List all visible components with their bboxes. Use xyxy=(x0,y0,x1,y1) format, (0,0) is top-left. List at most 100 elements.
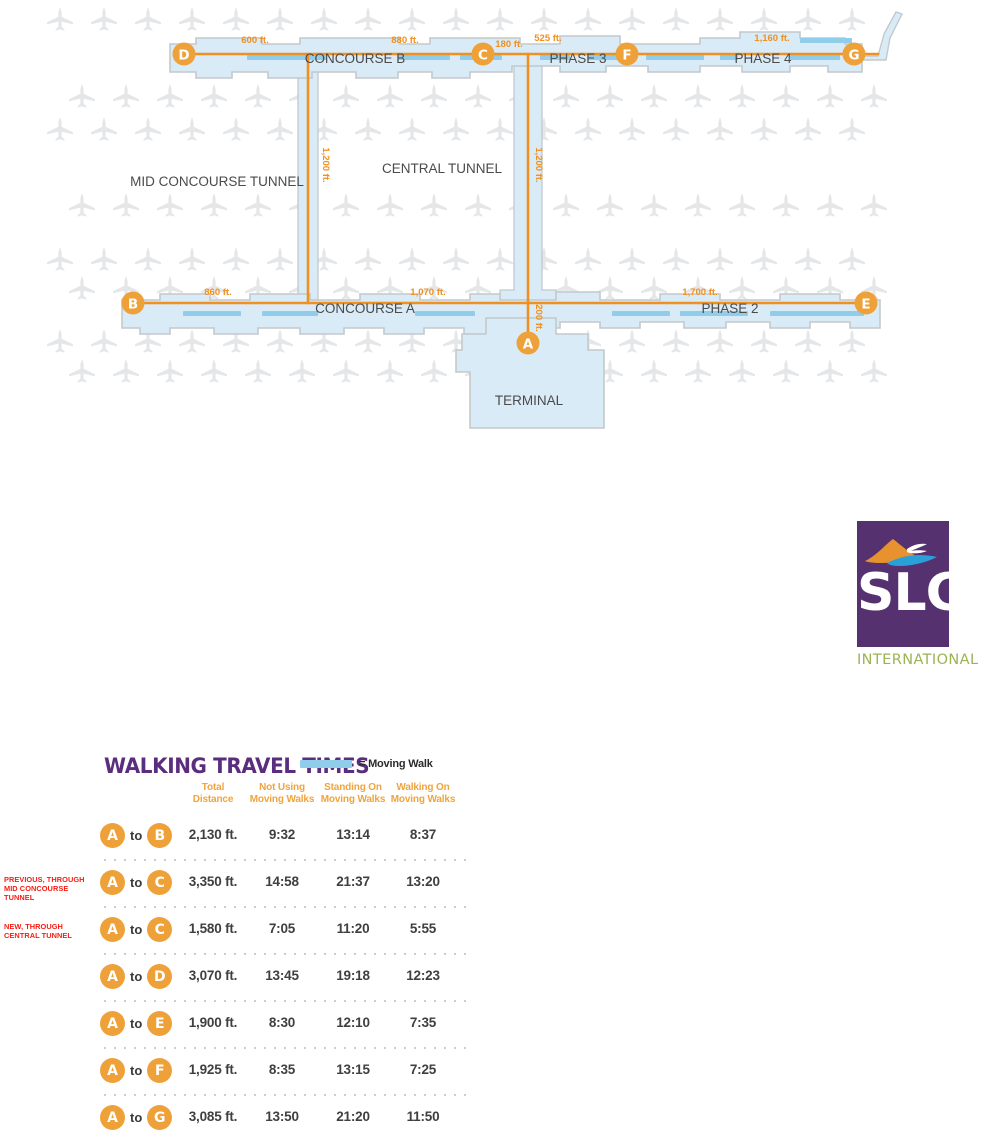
label-phase-3: PHASE 3 xyxy=(549,51,606,66)
route-to-node: E xyxy=(147,1011,173,1036)
table-header-row: Total Distance Not Using Moving Walks St… xyxy=(0,782,1000,814)
route-pair: A to E xyxy=(100,1011,173,1036)
dist-mid-tunnel: 1,200 ft. xyxy=(320,147,331,182)
marker-d-label: D xyxy=(178,48,189,64)
route-from-node: A xyxy=(100,917,125,942)
cell-not-using: 14:58 xyxy=(265,874,299,889)
cell-total-distance: 1,925 ft. xyxy=(188,1062,238,1077)
route-from-node: A xyxy=(100,1058,125,1083)
cell-standing-on: 13:15 xyxy=(336,1062,370,1077)
cell-not-using: 9:32 xyxy=(268,827,296,842)
route-to-word: to xyxy=(130,875,143,890)
column-header-line2: Moving Walks xyxy=(249,793,315,805)
moving-walk-legend: = Moving Walk xyxy=(300,758,433,770)
dist-1160: 1,160 ft. xyxy=(754,33,789,44)
walking-travel-times-panel: WALKING TRAVEL TIMES = Moving Walk Total… xyxy=(0,372,1000,1130)
marker-e-group[interactable]: E xyxy=(854,291,878,315)
cell-standing-on: 21:20 xyxy=(336,1109,370,1124)
slc-international-logo: SLC INTERNATIONAL xyxy=(857,521,979,684)
marker-e-label: E xyxy=(861,297,870,313)
dist-880: 880 ft. xyxy=(391,35,418,46)
route-pair: A to B xyxy=(100,823,173,848)
dist-1070: 1,070 ft. xyxy=(410,287,445,298)
marker-a-group[interactable]: A xyxy=(516,331,540,355)
cell-not-using: 8:30 xyxy=(268,1015,296,1030)
dist-860: 860 ft. xyxy=(204,287,231,298)
route-to-node: G xyxy=(147,1105,173,1130)
label-concourse-a: CONCOURSE A xyxy=(315,301,415,316)
route-pair: A to G xyxy=(100,1105,173,1130)
row-note: NEW, THROUGH CENTRAL TUNNEL xyxy=(4,922,72,940)
route-to-node: B xyxy=(147,823,173,848)
label-concourse-b: CONCOURSE B xyxy=(305,51,406,66)
marker-f-label: F xyxy=(622,48,631,64)
column-header-line1: Walking On xyxy=(396,782,450,793)
route-to-node: F xyxy=(147,1058,173,1083)
route-to-word: to xyxy=(130,1063,143,1078)
cell-standing-on: 21:37 xyxy=(336,874,370,889)
route-to-word: to xyxy=(130,922,143,937)
route-pair: A to F xyxy=(100,1058,173,1083)
marker-b-group[interactable]: B xyxy=(121,291,145,315)
label-mid-concourse-tunnel: MID CONCOURSE TUNNEL xyxy=(130,174,304,189)
marker-g-group[interactable]: G xyxy=(842,42,866,66)
route-from-node: A xyxy=(100,1105,125,1130)
route-from-node: A xyxy=(100,823,125,848)
logo-subtitle: INTERNATIONAL xyxy=(857,652,979,668)
cell-total-distance: 1,900 ft. xyxy=(188,1015,238,1030)
dist-a-spur: 200 ft. xyxy=(533,304,544,331)
table-row: A to F 1,925 ft. 8:35 13:15 7:25 xyxy=(0,1049,1000,1094)
cell-total-distance: 2,130 ft. xyxy=(188,827,238,842)
route-pair: A to C xyxy=(100,917,173,942)
cell-not-using: 7:05 xyxy=(268,921,296,936)
route-pair: A to C xyxy=(100,870,173,895)
route-from-node: A xyxy=(100,964,125,989)
table-row: PREVIOUS, THROUGH MID CONCOURSE TUNNEL A… xyxy=(0,861,1000,906)
route-to-word: to xyxy=(130,969,143,984)
cell-standing-on: 12:10 xyxy=(336,1015,370,1030)
column-header-line1: Not Using xyxy=(259,782,305,793)
marker-c-group[interactable]: C xyxy=(471,42,495,66)
label-phase-4: PHASE 4 xyxy=(734,51,792,66)
route-to-word: to xyxy=(130,1016,143,1031)
cell-walking-on: 5:55 xyxy=(409,921,437,936)
cell-not-using: 8:35 xyxy=(268,1062,296,1077)
table-row: NEW, THROUGH CENTRAL TUNNEL A to C 1,580… xyxy=(0,908,1000,953)
route-to-node: D xyxy=(147,964,173,989)
route-to-word: to xyxy=(130,828,143,843)
dist-1700: 1,700 ft. xyxy=(682,287,717,298)
table-row: A to B 2,130 ft. 9:32 13:14 8:37 xyxy=(0,814,1000,859)
marker-c-label: C xyxy=(478,48,488,64)
marker-b-label: B xyxy=(128,297,138,313)
column-header-line1: Total xyxy=(201,782,225,793)
marker-d-group[interactable]: D xyxy=(172,42,196,66)
moving-walk-legend-label: = Moving Walk xyxy=(359,758,433,770)
route-pair: A to D xyxy=(100,964,173,989)
label-phase-2: PHASE 2 xyxy=(701,301,758,316)
marker-f-group[interactable]: F xyxy=(615,42,639,66)
column-header-walking-on: Walking On Moving Walks xyxy=(389,782,457,805)
moving-walk-swatch xyxy=(300,760,352,768)
cell-not-using: 13:45 xyxy=(265,968,299,983)
cell-total-distance: 3,085 ft. xyxy=(188,1109,238,1124)
cell-standing-on: 13:14 xyxy=(336,827,370,842)
label-central-tunnel: CENTRAL TUNNEL xyxy=(382,161,503,176)
cell-walking-on: 7:25 xyxy=(409,1062,437,1077)
route-from-node: A xyxy=(100,1011,125,1036)
column-header-line2: Moving Walks xyxy=(320,793,386,805)
route-to-word: to xyxy=(130,1110,143,1125)
column-header-line2: Moving Walks xyxy=(390,793,456,805)
route-from-node: A xyxy=(100,870,125,895)
column-header-line2: Distance xyxy=(192,793,234,805)
cell-walking-on: 8:37 xyxy=(409,827,437,842)
cell-standing-on: 19:18 xyxy=(336,968,370,983)
cell-total-distance: 3,070 ft. xyxy=(188,968,238,983)
table-row: A to E 1,900 ft. 8:30 12:10 7:35 xyxy=(0,1002,1000,1047)
cell-walking-on: 7:35 xyxy=(409,1015,437,1030)
logo-wordmark: SLC xyxy=(857,563,964,623)
cell-walking-on: 12:23 xyxy=(406,968,440,983)
route-to-node: C xyxy=(147,917,173,942)
cell-total-distance: 1,580 ft. xyxy=(188,921,238,936)
cell-walking-on: 11:50 xyxy=(406,1109,440,1124)
row-note: PREVIOUS, THROUGH MID CONCOURSE TUNNEL xyxy=(4,875,85,902)
